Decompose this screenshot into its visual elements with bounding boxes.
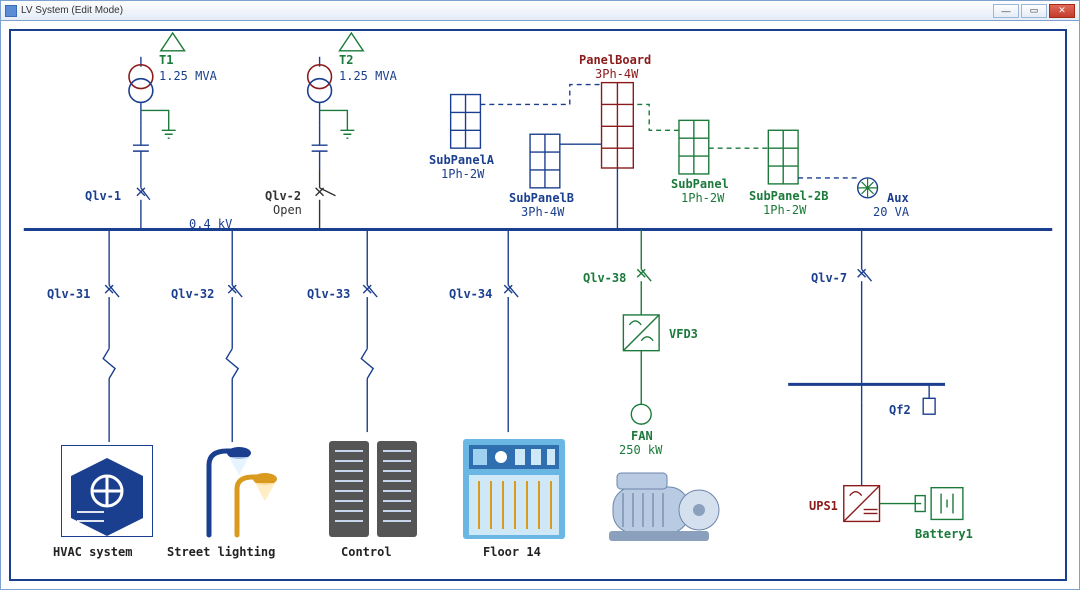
floor14-caption: Floor 14 xyxy=(483,545,541,559)
servers-icon[interactable] xyxy=(323,435,423,543)
maximize-button[interactable]: ▭ xyxy=(1021,4,1047,18)
app-window: LV System (Edit Mode) — ▭ ✕ xyxy=(0,0,1080,590)
fan-label[interactable]: FAN xyxy=(631,429,653,443)
subpanelB-type: 3Ph-4W xyxy=(521,205,564,219)
qlv33-label[interactable]: Qlv-33 xyxy=(307,287,350,301)
subpanel-b xyxy=(530,134,601,188)
qlv31-label[interactable]: Qlv-31 xyxy=(47,287,90,301)
subpanel-1 xyxy=(633,104,708,173)
subpanel-a xyxy=(451,85,602,149)
control-caption: Control xyxy=(341,545,392,559)
t2-rating: 1.25 MVA xyxy=(339,69,397,83)
subpanelA-type: 1Ph-2W xyxy=(441,167,484,181)
close-button[interactable]: ✕ xyxy=(1049,4,1075,18)
subpanelB-name[interactable]: SubPanelB xyxy=(509,191,574,205)
feeder-qlv31 xyxy=(103,230,119,442)
aux-load xyxy=(858,178,878,198)
hvac-icon[interactable] xyxy=(61,445,153,537)
transformer-t2 xyxy=(308,33,364,230)
subpanel-name[interactable]: SubPanel xyxy=(671,177,729,191)
lighting-caption: Street lighting xyxy=(167,545,275,559)
floor-panel-icon[interactable] xyxy=(459,435,569,543)
qlv34-label[interactable]: Qlv-34 xyxy=(449,287,492,301)
title-bar: LV System (Edit Mode) — ▭ ✕ xyxy=(1,1,1079,21)
panelboard xyxy=(602,83,634,230)
feeder-qlv32 xyxy=(226,230,242,442)
aux-rating: 20 VA xyxy=(873,205,909,219)
qlv38-label[interactable]: Qlv-38 xyxy=(583,271,626,285)
motor-icon[interactable] xyxy=(603,463,723,553)
feeder-qlv38 xyxy=(623,230,659,425)
aux-name[interactable]: Aux xyxy=(887,191,909,205)
subpanel-2b xyxy=(709,130,858,184)
hvac-caption: HVAC system xyxy=(53,545,132,559)
window-title: LV System (Edit Mode) xyxy=(21,5,123,16)
t1-rating: 1.25 MVA xyxy=(159,69,217,83)
feeder-qlv34 xyxy=(504,230,518,433)
t2-id[interactable]: T2 xyxy=(339,53,353,67)
qlv32-label[interactable]: Qlv-32 xyxy=(171,287,214,301)
subpanel2b-name[interactable]: SubPanel-2B xyxy=(749,189,828,203)
panelboard-type: 3Ph-4W xyxy=(595,67,638,81)
fan-rating: 250 kW xyxy=(619,443,662,457)
feeder-qlv33 xyxy=(361,230,377,433)
qf2-label[interactable]: Qf2 xyxy=(889,403,911,417)
app-icon xyxy=(5,5,17,17)
minimize-button[interactable]: — xyxy=(993,4,1019,18)
qlv7-label[interactable]: Qlv-7 xyxy=(811,271,847,285)
streetlights-icon[interactable] xyxy=(187,435,297,543)
qlv1-label[interactable]: Qlv-1 xyxy=(85,189,121,203)
diagram-canvas[interactable]: T1 1.25 MVA Qlv-1 T2 1.25 MVA Qlv-2 Open… xyxy=(9,29,1067,581)
ups1-label[interactable]: UPS1 xyxy=(809,499,838,513)
qlv2-label[interactable]: Qlv-2 xyxy=(265,189,301,203)
vfd3-label[interactable]: VFD3 xyxy=(669,327,698,341)
qlv2-state: Open xyxy=(273,203,302,217)
battery-label[interactable]: Battery1 xyxy=(915,527,973,541)
t1-id[interactable]: T1 xyxy=(159,53,173,67)
subpanelA-name[interactable]: SubPanelA xyxy=(429,153,494,167)
subpanel-type: 1Ph-2W xyxy=(681,191,724,205)
panelboard-name[interactable]: PanelBoard xyxy=(579,53,651,67)
transformer-t1 xyxy=(129,33,185,230)
subpanel2b-type: 1Ph-2W xyxy=(763,203,806,217)
bus-voltage: 0.4 kV xyxy=(189,217,232,231)
